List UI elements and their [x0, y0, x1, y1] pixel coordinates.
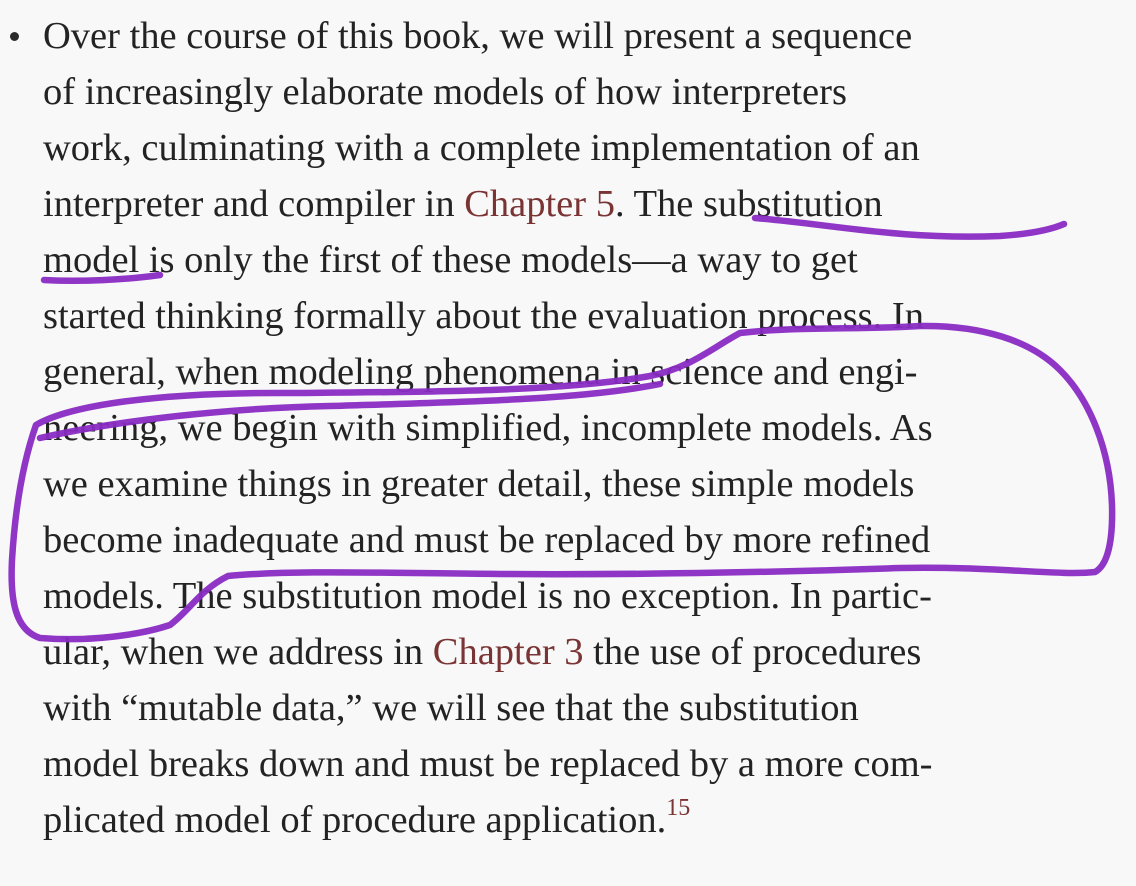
text-line: become inadequate and must be replaced b…	[43, 519, 931, 561]
text-line: ular, when we address in Chapter 3 the u…	[43, 624, 1133, 680]
text-line: model is only the first of these models—…	[43, 239, 858, 281]
text-line: we examine things in greater detail, the…	[43, 463, 915, 505]
text-segment: interpreter and compiler in	[43, 183, 465, 225]
chapter-3-link[interactable]: Chapter 3	[433, 631, 584, 673]
text-line: plicated model of procedure application.…	[43, 792, 1133, 848]
text-segment: ular, when we address in	[43, 631, 433, 673]
text-segment: plicated model of procedure application.	[43, 799, 667, 841]
text-line: Over the course of this book, we will pr…	[43, 15, 913, 57]
text-line: general, when modeling phenomena in scie…	[43, 351, 918, 393]
footnote-link[interactable]: 15	[666, 795, 690, 821]
text-line: model breaks down and must be replaced b…	[43, 743, 933, 785]
paragraph: Over the course of this book, we will pr…	[43, 8, 1133, 848]
text-segment: . The substitution	[614, 183, 883, 225]
text-line: neering, we begin with simplified, incom…	[43, 407, 933, 449]
text-line: work, culminating with a complete implem…	[43, 127, 920, 169]
text-line: models. The substitution model is no exc…	[43, 575, 932, 617]
text-line: started thinking formally about the eval…	[43, 295, 924, 337]
text-line: with “mutable data,” we will see that th…	[43, 687, 859, 729]
text-line: interpreter and compiler in Chapter 5. T…	[43, 176, 1133, 232]
text-segment: the use of procedures	[583, 631, 922, 673]
bullet-icon	[10, 32, 19, 41]
text-line: of increasingly elaborate models of how …	[43, 71, 847, 113]
chapter-5-link[interactable]: Chapter 5	[464, 183, 615, 225]
book-page: Over the course of this book, we will pr…	[0, 0, 1136, 886]
